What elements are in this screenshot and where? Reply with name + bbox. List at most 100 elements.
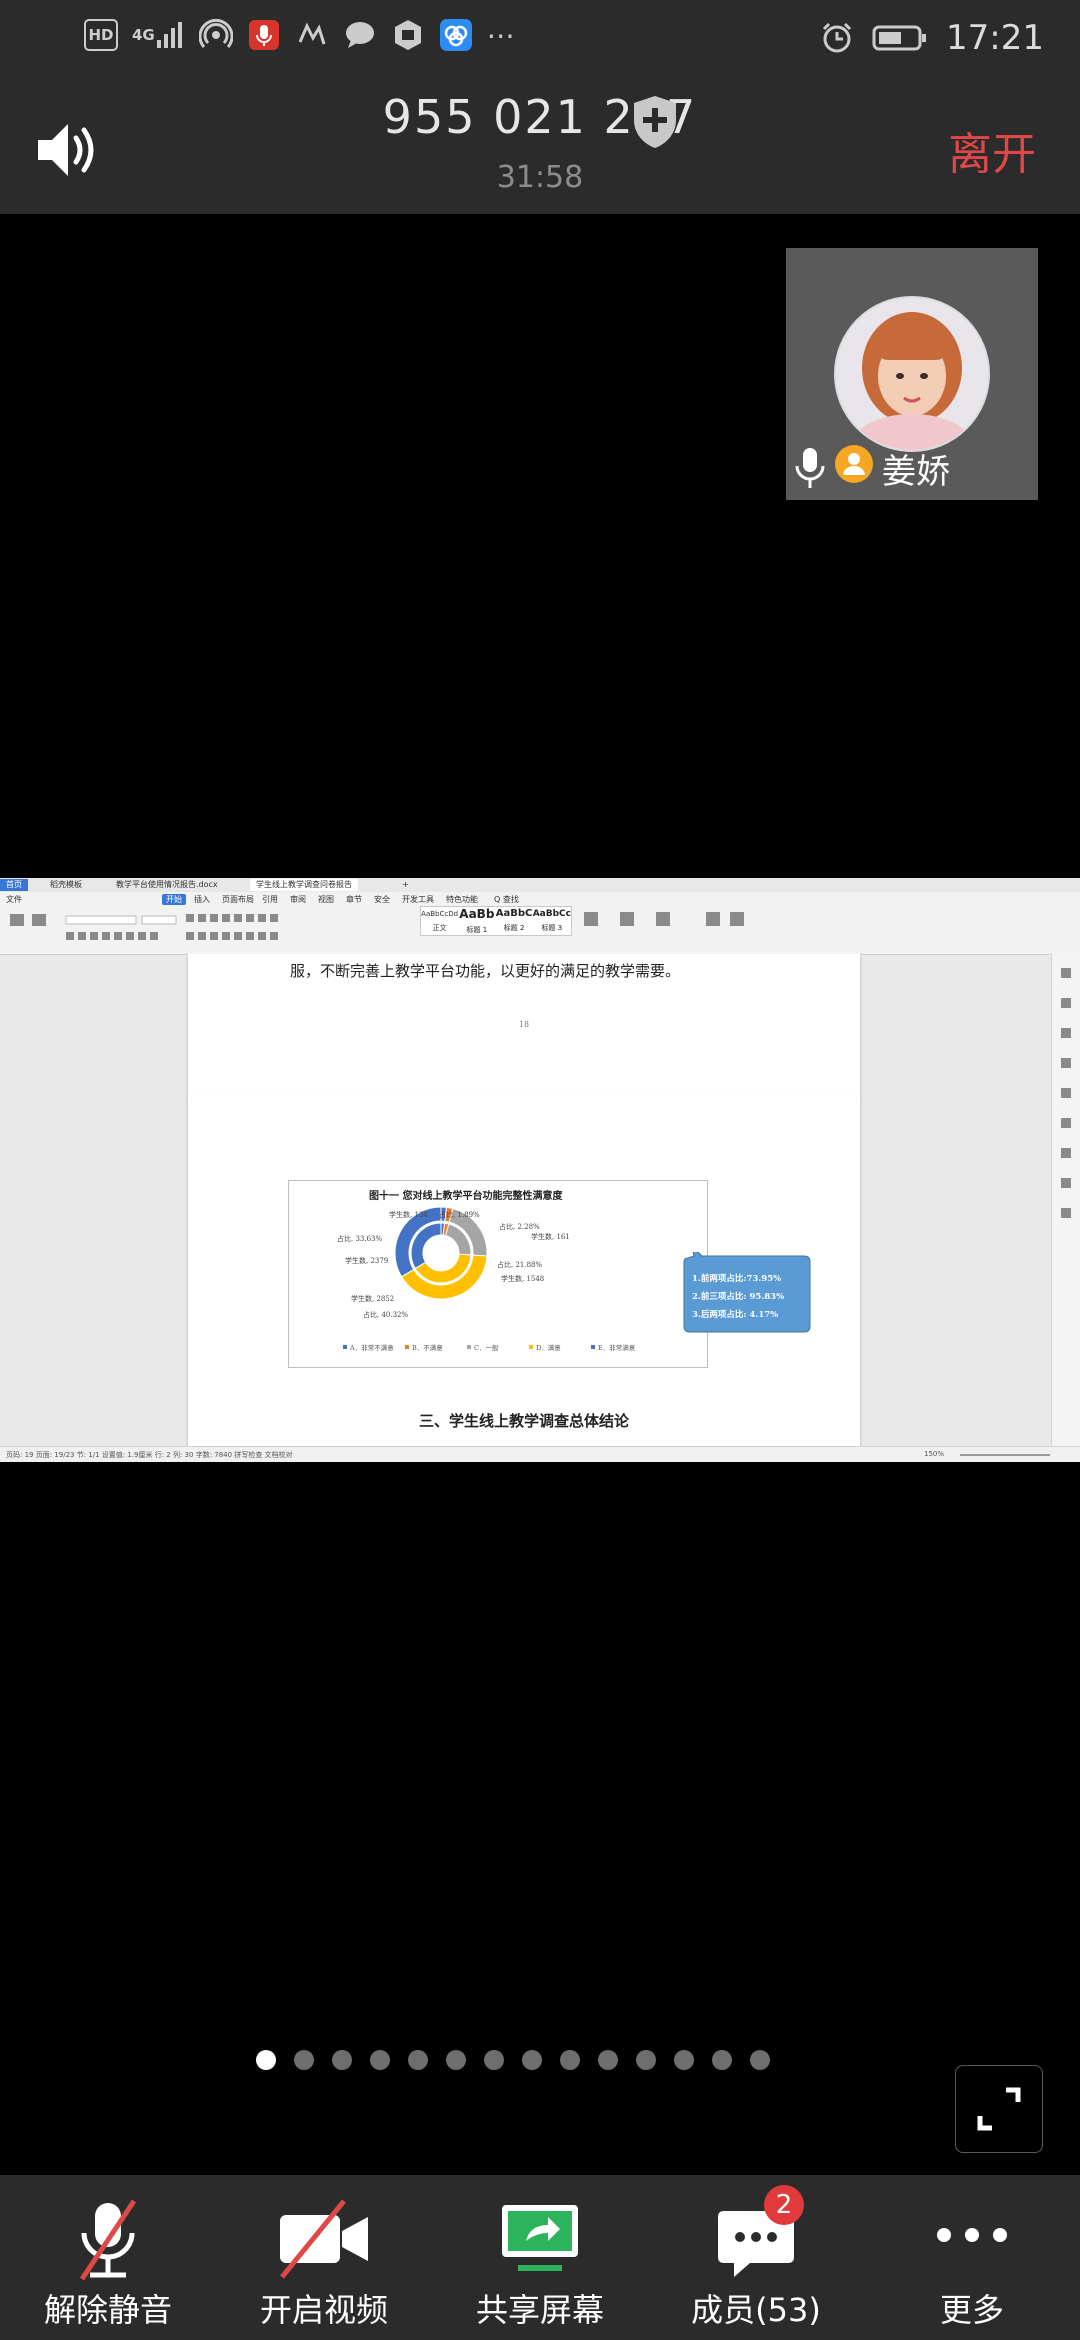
data-label: 学生数, 2852	[351, 1294, 394, 1303]
page-dot[interactable]	[712, 2050, 732, 2070]
data-label: 占比, 40.32%	[363, 1310, 408, 1319]
more-button[interactable]: 更多	[864, 2175, 1080, 2340]
study-app-icon	[295, 18, 329, 52]
page-dot[interactable]	[484, 2050, 504, 2070]
callout-line: 1.前两项占比:73.95%	[692, 1274, 782, 1284]
legend-swatch	[467, 1345, 471, 1349]
legend-swatch	[343, 1345, 347, 1349]
page-indicator[interactable]	[256, 2050, 770, 2070]
summary-callout: 1.前两项占比:73.95% 2.前三项占比: 95.83% 3.后两项占比: …	[680, 1252, 812, 1336]
menu-item[interactable]: 安全	[374, 894, 390, 905]
video-label: 开启视频	[259, 2291, 388, 2329]
style-gallery[interactable]: AaBbCcDd 正文 AaBb 标题 1 AaBbC 标题 2 AaBbCc 标题 3	[420, 906, 572, 936]
menu-item[interactable]: 章节	[346, 894, 362, 905]
host-badge-icon	[834, 444, 874, 488]
bottom-toolbar: 解除静音 开启视频 共享屏幕 2 成员(53) 更多	[0, 2175, 1080, 2340]
legend-swatch	[591, 1345, 595, 1349]
network-type: 4G	[132, 26, 155, 44]
page-dot[interactable]	[674, 2050, 694, 2070]
share-screen-button[interactable]: 共享屏幕	[432, 2175, 648, 2340]
meeting-header: 955 021 267 31:58 离开	[0, 80, 1080, 214]
fullscreen-button[interactable]	[955, 2065, 1043, 2153]
more-dots-icon	[937, 2228, 1007, 2242]
members-label: 成员(53)	[691, 2291, 821, 2329]
page-dot[interactable]	[522, 2050, 542, 2070]
doc-tabbar: 首页 稻壳模板 教学平台使用情况报告.docx 学生线上教学调查问卷报告 +	[0, 878, 1080, 892]
mic-muted-icon	[79, 2199, 137, 2281]
ribbon-tools[interactable]	[6, 910, 406, 948]
security-shield-icon[interactable]	[630, 94, 680, 154]
menu-item[interactable]: 页面布局	[222, 894, 254, 905]
data-label: 学生数, 161	[531, 1232, 570, 1241]
shared-screen[interactable]: 首页 稻壳模板 教学平台使用情况报告.docx 学生线上教学调查问卷报告 + 文…	[0, 878, 1080, 1462]
unmute-label: 解除静音	[43, 2291, 172, 2329]
doc-status-text: 页码: 19 页面: 19/23 节: 1/1 设置值: 1.9厘米 行: 2 …	[6, 1451, 293, 1459]
legend-swatch	[405, 1345, 409, 1349]
zoom-level[interactable]: 150%	[924, 1450, 944, 1458]
unmute-button[interactable]: 解除静音	[0, 2175, 216, 2340]
ribbon-right-tools[interactable]	[580, 910, 760, 940]
page-dot[interactable]	[560, 2050, 580, 2070]
doc-right-sidebar[interactable]	[1051, 954, 1080, 1448]
doc-tab[interactable]: 教学平台使用情况报告.docx	[110, 879, 224, 891]
page-dot[interactable]	[446, 2050, 466, 2070]
start-video-button[interactable]: 开启视频	[216, 2175, 432, 2340]
leave-button[interactable]: 离开	[948, 118, 1036, 182]
doc-ribbon: 文件 开始 插入 页面布局 引用 审阅 视图 章节 安全 开发工具 特色功能 Q…	[0, 892, 1080, 955]
status-icons-right: 17:21	[820, 18, 1044, 58]
status-bar: HD 4G ⋯ 17:21	[0, 0, 1080, 80]
more-label: 更多	[939, 2291, 1004, 2329]
data-label: 学生数, 2379	[345, 1256, 388, 1265]
battery-icon	[872, 21, 928, 55]
signal-icon: 4G	[132, 18, 185, 52]
menu-item[interactable]: 文件	[6, 894, 22, 905]
share-screen-icon	[502, 2205, 578, 2271]
alarm-icon	[820, 21, 854, 55]
app-hexagon-icon	[391, 18, 425, 52]
legend-item: C．一般	[474, 1343, 499, 1352]
page-dot[interactable]	[294, 2050, 314, 2070]
menu-item[interactable]: 特色功能	[446, 894, 478, 905]
share-label: 共享屏幕	[475, 2291, 604, 2329]
legend-swatch	[529, 1345, 533, 1349]
hd-icon: HD	[84, 19, 118, 51]
participant-tile[interactable]: 姜娇	[786, 248, 1038, 500]
legend-item: D．满意	[536, 1343, 561, 1352]
style-sample: AaBbCcDd	[421, 910, 459, 918]
menu-item[interactable]: 开始	[162, 894, 186, 905]
doc-tab[interactable]: 首页	[0, 879, 28, 891]
participant-name: 姜娇	[882, 452, 950, 492]
page-dot[interactable]	[750, 2050, 770, 2070]
section-heading: 三、学生线上教学调查总体结论	[418, 1412, 629, 1430]
menu-item[interactable]: 视图	[318, 894, 334, 905]
video-off-icon	[280, 2199, 368, 2279]
mic-active-icon	[247, 18, 281, 52]
page-dot[interactable]	[408, 2050, 428, 2070]
doc-tab[interactable]: 学生线上教学调查问卷报告	[250, 879, 358, 891]
style-sample: AaBbC	[495, 908, 533, 919]
meeting-id[interactable]: 955 021 267	[0, 90, 1080, 144]
zoom-slider[interactable]	[960, 1454, 1050, 1456]
menu-item[interactable]: 开发工具	[402, 894, 434, 905]
menu-item[interactable]: 插入	[194, 894, 210, 905]
more-notifications-icon: ⋯	[486, 18, 515, 52]
page-dot[interactable]	[370, 2050, 390, 2070]
members-button[interactable]: 2 成员(53)	[648, 2175, 864, 2340]
doc-tab[interactable]: 稻壳模板	[44, 879, 88, 891]
chart-frame: 图十一 您对线上教学平台功能完整性满意度 学生数, 134 占比, 1.89% 占比…	[288, 1180, 708, 1368]
expand-icon	[977, 2087, 1021, 2131]
page-dot[interactable]	[636, 2050, 656, 2070]
page-dot[interactable]	[256, 2050, 276, 2070]
data-label: 占比, 21.88%	[497, 1260, 542, 1269]
hotspot-icon	[198, 18, 233, 52]
menu-item[interactable]: 引用	[262, 894, 278, 905]
new-tab-icon[interactable]: +	[396, 879, 415, 891]
data-label: 学生数, 134	[389, 1210, 428, 1219]
data-label: 学生数, 1548	[501, 1274, 544, 1283]
menu-item[interactable]: Q 查找	[494, 894, 519, 905]
page-dot[interactable]	[598, 2050, 618, 2070]
page-dot[interactable]	[332, 2050, 352, 2070]
legend-item: E．非常满意	[598, 1343, 636, 1352]
notification-badge: 2	[764, 2185, 804, 2225]
menu-item[interactable]: 审阅	[290, 894, 306, 905]
